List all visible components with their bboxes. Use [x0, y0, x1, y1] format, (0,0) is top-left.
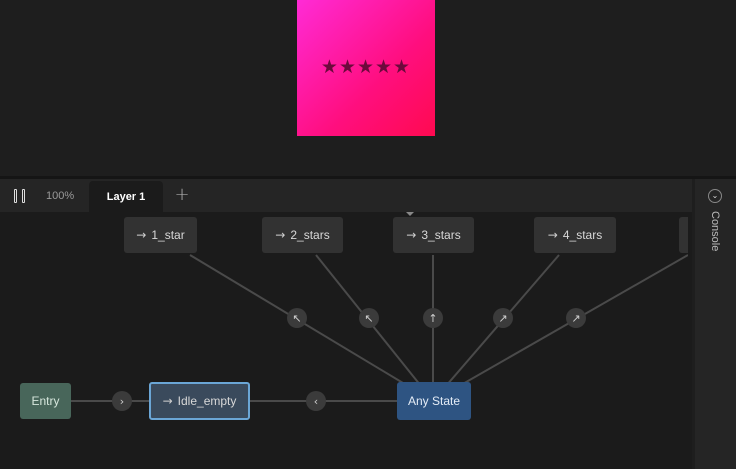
add-layer-button[interactable]: +	[172, 185, 192, 205]
console-panel: ⌄ Console	[695, 179, 736, 469]
state-label: Entry	[31, 394, 60, 408]
arrow-icon: →	[136, 228, 147, 242]
star-rating-stars: ★★★★★	[320, 56, 412, 78]
state-1-star[interactable]: → 1_star	[124, 217, 197, 253]
state-label: 4_stars	[562, 228, 603, 242]
arrow-icon: →	[406, 228, 417, 242]
zoom-level[interactable]: 100%	[46, 190, 74, 202]
state-label: Idle_empty	[177, 394, 237, 408]
artboard-preview: ★★★★★	[0, 0, 736, 176]
arrow-icon: →	[162, 394, 173, 408]
chevron-down-icon[interactable]: ⌄	[708, 189, 722, 203]
artboard[interactable]: ★★★★★	[297, 0, 435, 136]
state-entry[interactable]: Entry	[20, 383, 71, 419]
transition-icon[interactable]: ↗	[493, 308, 513, 328]
state-5-stars-partial[interactable]	[679, 217, 688, 253]
state-4-stars[interactable]: → 4_stars	[534, 217, 616, 253]
transition-icon[interactable]: ›	[112, 391, 132, 411]
transition-icon[interactable]: ↖	[359, 308, 379, 328]
transition-icon[interactable]: ↑	[423, 308, 443, 328]
arrow-icon: →	[547, 228, 558, 242]
state-label: 2_stars	[290, 228, 330, 242]
arrow-icon: →	[275, 228, 286, 242]
pause-icon[interactable]	[14, 189, 28, 203]
transition-icon[interactable]: ↗	[566, 308, 586, 328]
state-idle-empty[interactable]: → Idle_empty	[149, 382, 250, 420]
state-3-stars[interactable]: → 3_stars	[393, 217, 474, 253]
transition-icon[interactable]: ‹	[306, 391, 326, 411]
state-label: 1_star	[151, 228, 185, 242]
state-machine-panel: 100% Layer 1 + → 1_star → 2_stars → 3_st…	[0, 179, 692, 469]
layer-tab-bar: 100% Layer 1 +	[0, 179, 692, 214]
state-label: Any State	[407, 394, 461, 408]
tab-layer-1[interactable]: Layer 1	[89, 181, 163, 214]
state-label: 3_stars	[421, 228, 461, 242]
transition-icon[interactable]: ↖	[287, 308, 307, 328]
state-any-state[interactable]: Any State	[397, 382, 471, 420]
state-2-stars[interactable]: → 2_stars	[262, 217, 343, 253]
console-label[interactable]: Console	[709, 211, 721, 251]
state-machine-graph[interactable]: → 1_star → 2_stars → 3_stars → 4_stars ↖…	[4, 212, 688, 469]
tab-layer-1-label: Layer 1	[106, 191, 146, 203]
